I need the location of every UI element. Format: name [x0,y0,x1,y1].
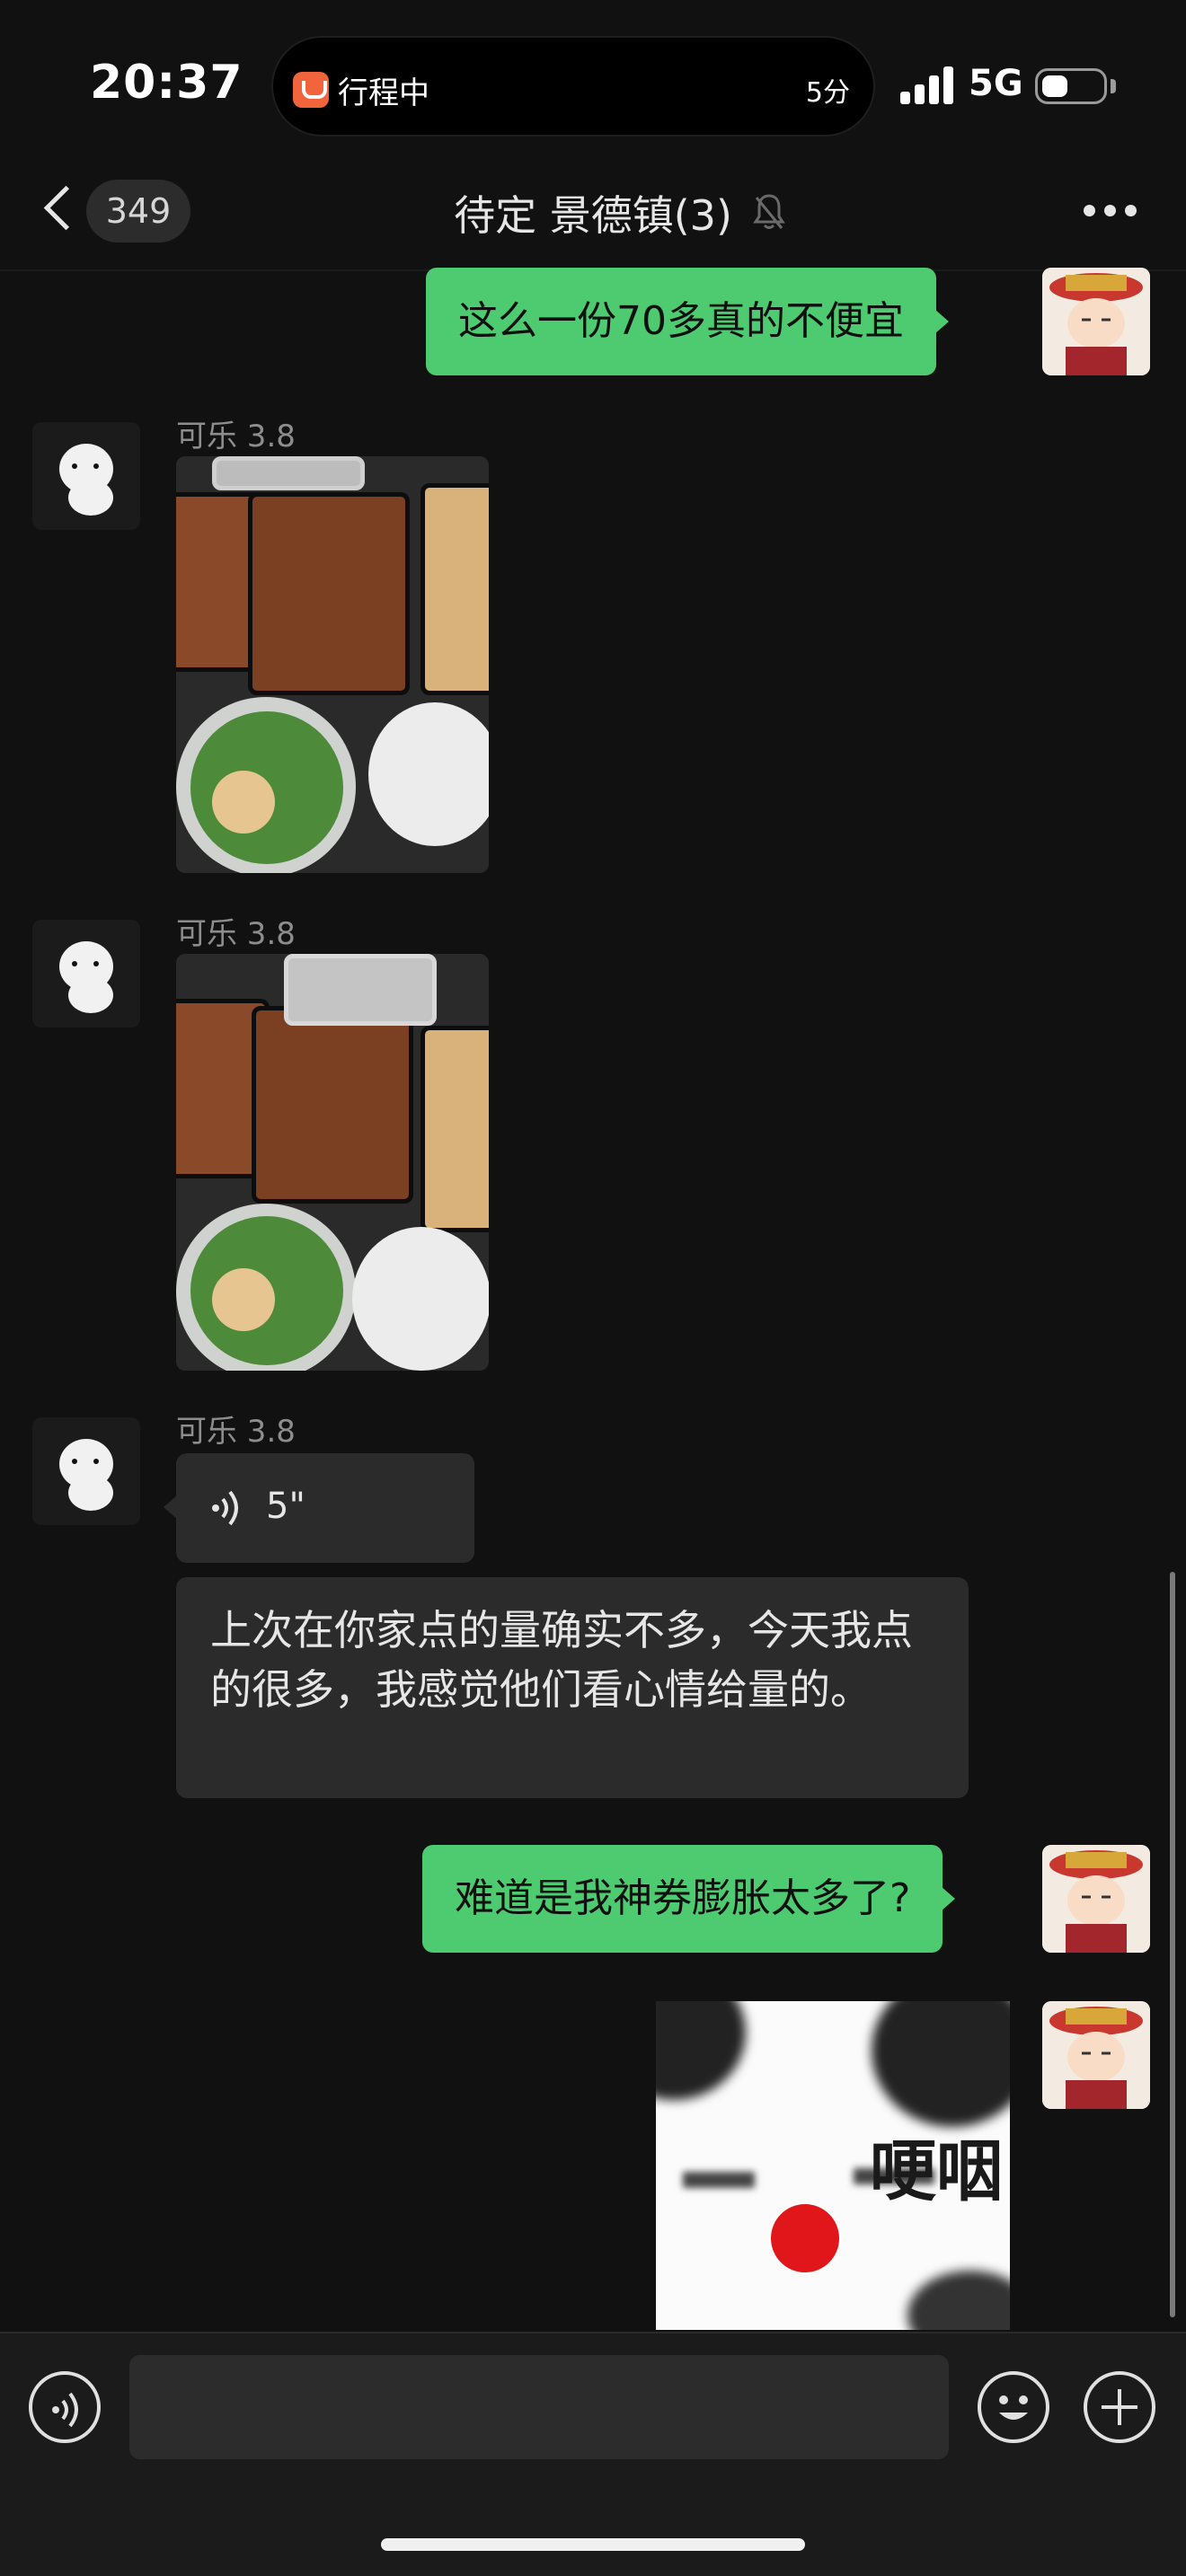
ride-hailing-icon [293,72,329,108]
home-indicator[interactable] [381,2538,805,2551]
message-input[interactable] [129,2355,949,2459]
scrollbar[interactable] [1170,1572,1175,2317]
emoji-icon[interactable] [978,2371,1049,2443]
voice-message[interactable]: 5" [164,1453,474,1563]
signal-icon [900,65,956,104]
self-avatar[interactable] [1042,2001,1150,2109]
message-bubble-self[interactable]: 难道是我神券膨胀太多了? [422,1845,956,1953]
food-photo[interactable] [176,456,489,873]
voice-duration: 5" [266,1486,305,1527]
status-time: 20:37 [90,56,243,110]
sender-name: 可乐 3.8 [176,1414,296,1450]
back-icon[interactable] [40,183,75,237]
contact-avatar[interactable] [32,1417,140,1525]
live-activity-eta: 5分 [805,77,850,109]
sticker-message[interactable]: 哽咽 [656,2001,1010,2330]
more-icon[interactable] [1084,205,1137,217]
contact-avatar[interactable] [32,422,140,530]
sender-name: 可乐 3.8 [176,419,296,454]
battery-tip [1111,79,1116,93]
self-avatar[interactable] [1042,1845,1150,1953]
contact-avatar[interactable] [32,920,140,1028]
plus-icon[interactable] [1084,2371,1155,2443]
message-bubble-other[interactable]: 上次在你家点的量确实不多，今天我点的很多，我感觉他们看心情给量的。 [176,1577,969,1798]
live-activity-label: 行程中 [338,75,429,111]
self-avatar[interactable] [1042,268,1150,375]
message-bubble-self[interactable]: 这么一份70多真的不便宜 [426,268,949,375]
battery-icon [1035,68,1107,104]
food-photo[interactable] [176,954,489,1371]
sender-name: 可乐 3.8 [176,916,296,952]
mute-bell-icon [753,194,785,229]
sticker-caption: 哽咽 [870,2133,1003,2210]
network-type: 5G [969,63,1023,104]
dynamic-island-live-activity[interactable]: 行程中 5分 [271,36,875,137]
voice-wave-icon [212,1490,238,1526]
voice-input-icon[interactable] [29,2371,101,2443]
chat-screen: 20:37 行程中 5分 5G 349 待定 景德镇(3) 这么一份70多真的不… [0,0,1186,2576]
unread-count-badge[interactable]: 349 [86,180,190,243]
